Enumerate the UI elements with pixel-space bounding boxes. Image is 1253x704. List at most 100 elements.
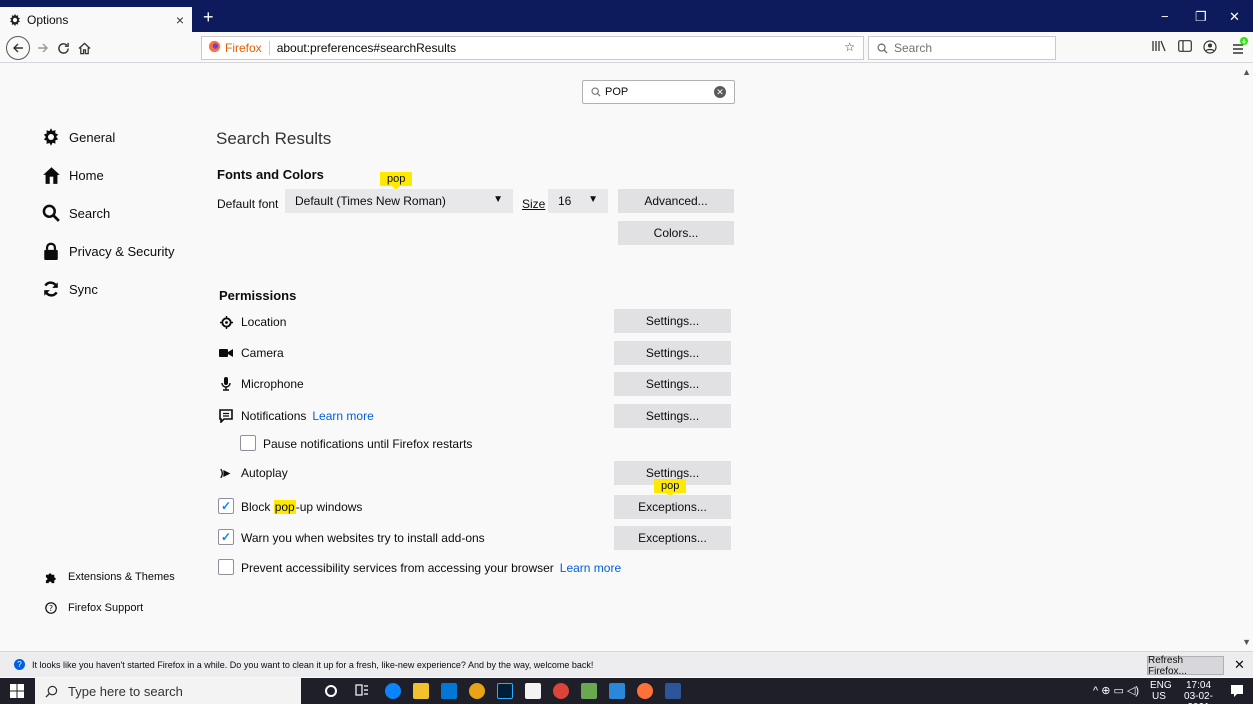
paint-app-icon[interactable] [469, 683, 485, 699]
action-center-icon[interactable] [1230, 684, 1244, 701]
refresh-notification-bar: ? It looks like you haven't started Fire… [0, 651, 1253, 677]
camera-settings-button[interactable]: Settings... [614, 341, 731, 365]
taskbar-search-placeholder: Type here to search [68, 683, 183, 699]
prevent-accessibility-row: Prevent accessibility services from acce… [241, 560, 621, 576]
popup-exceptions-button[interactable]: Exceptions... [614, 495, 731, 519]
nav-bar: Firefox about:preferences#searchResults … [0, 32, 1253, 63]
warn-addons-checkbox[interactable]: ✓ [218, 529, 234, 545]
cortana-icon[interactable] [325, 685, 337, 697]
taskbar-search-input[interactable]: Type here to search [35, 678, 301, 704]
default-font-select[interactable]: Default (Times New Roman) ▼ [285, 189, 513, 213]
content-scrollbar[interactable]: ▲ ▼ [1241, 63, 1253, 650]
warn-addons-label: Warn you when websites try to install ad… [241, 531, 485, 545]
minimize-button[interactable]: − [1161, 9, 1169, 24]
language-indicator[interactable]: ENG US [1150, 680, 1172, 702]
tab-options[interactable]: Options × [0, 7, 192, 32]
notifications-label: Notifications [241, 409, 307, 423]
preferences-search-input[interactable]: POP ✕ [582, 80, 735, 104]
category-extensions[interactable]: Extensions & Themes [44, 570, 175, 584]
notifications-settings-button[interactable]: Settings... [614, 404, 731, 428]
menu-update-icon[interactable] [1232, 36, 1248, 57]
word-icon[interactable] [665, 683, 681, 699]
microphone-settings-button[interactable]: Settings... [614, 372, 731, 396]
pause-notifications-checkbox[interactable] [240, 435, 256, 451]
category-privacy[interactable]: Privacy & Security [41, 241, 174, 261]
category-label: Privacy & Security [69, 243, 175, 259]
sidebar-icon[interactable] [1178, 40, 1192, 55]
clear-search-icon[interactable]: ✕ [714, 86, 726, 98]
font-size-select[interactable]: 16 ▼ [548, 189, 608, 213]
home-icon [77, 42, 91, 54]
accessibility-learn-more-link[interactable]: Learn more [560, 561, 621, 575]
colors-button[interactable]: Colors... [618, 221, 734, 245]
url-text[interactable]: about:preferences#searchResults [277, 41, 456, 55]
notifications-learn-more-link[interactable]: Learn more [312, 409, 373, 423]
lock-icon [41, 241, 61, 261]
scroll-up-icon[interactable]: ▲ [1242, 67, 1251, 77]
search-bar[interactable]: Search [868, 36, 1056, 60]
clock[interactable]: 17:04 03-02-2021 [1176, 680, 1221, 704]
firefox-taskbar-icon[interactable] [637, 683, 653, 699]
restore-button[interactable]: ❐ [1195, 9, 1207, 25]
task-view-icon[interactable] [355, 683, 371, 699]
new-tab-button[interactable]: + [203, 8, 214, 26]
addons-exceptions-button[interactable]: Exceptions... [614, 526, 731, 550]
chrome-icon[interactable] [553, 683, 569, 699]
category-support[interactable]: ? Firefox Support [44, 601, 143, 615]
permissions-heading: Permissions [219, 288, 297, 303]
image-app-icon[interactable] [581, 683, 597, 699]
search-results-heading: Search Results [216, 129, 332, 148]
mail-icon[interactable] [441, 683, 457, 699]
preferences-search-value: POP [605, 86, 629, 98]
prevent-accessibility-checkbox[interactable] [218, 559, 234, 575]
system-tray-icons[interactable]: ^ ⊕ ▭ ◁) [1093, 684, 1139, 697]
location-icon [219, 315, 233, 329]
category-label: Home [69, 167, 104, 183]
reload-icon [57, 42, 69, 54]
default-font-label: Default font [217, 197, 279, 211]
chevron-down-icon: ▼ [493, 194, 503, 205]
refresh-firefox-button[interactable]: Refresh Firefox... [1147, 655, 1224, 677]
pause-notifications-label: Pause notifications until Firefox restar… [263, 437, 473, 451]
category-search[interactable]: Search [41, 203, 110, 223]
scroll-down-icon[interactable]: ▼ [1242, 637, 1251, 647]
puzzle-icon [44, 570, 58, 584]
photoshop-icon[interactable] [497, 683, 513, 699]
close-window-button[interactable]: ✕ [1229, 9, 1240, 25]
back-button[interactable] [6, 36, 30, 60]
title-bar: Options × + − ❐ ✕ [0, 0, 1253, 32]
url-separator [268, 41, 270, 55]
microphone-icon [219, 377, 233, 391]
autoplay-row: Autoplay [219, 465, 288, 481]
close-notification-icon[interactable]: ✕ [1234, 657, 1245, 673]
tab-close-icon[interactable]: × [176, 12, 184, 28]
file-explorer-icon[interactable] [413, 683, 429, 699]
forward-button[interactable] [33, 38, 53, 58]
gear-icon [8, 13, 22, 27]
home-button[interactable] [74, 38, 94, 58]
notification-bubble-icon [219, 409, 233, 423]
library-icon[interactable] [1152, 40, 1166, 55]
block-popups-checkbox[interactable]: ✓ [218, 498, 234, 514]
location-settings-button[interactable]: Settings... [614, 309, 731, 333]
windows-start-icon[interactable] [10, 684, 24, 698]
clock-time: 17:04 [1185, 680, 1212, 691]
chevron-down-icon: ▼ [588, 194, 598, 205]
category-sync[interactable]: Sync [41, 279, 98, 299]
microphone-label: Microphone [241, 377, 304, 391]
category-home[interactable]: Home [41, 165, 104, 185]
store-icon[interactable] [525, 683, 541, 699]
url-bar[interactable]: Firefox about:preferences#searchResults … [201, 36, 864, 60]
account-icon[interactable] [1203, 40, 1217, 57]
help-icon: ? [44, 601, 58, 615]
search-icon [45, 685, 58, 698]
app-icon[interactable] [609, 683, 625, 699]
bookmark-star-icon[interactable]: ☆ [844, 40, 855, 54]
reload-button[interactable] [53, 38, 73, 58]
category-general[interactable]: General [41, 127, 115, 147]
home-icon [41, 165, 61, 185]
category-label: Firefox Support [68, 602, 144, 614]
advanced-button[interactable]: Advanced... [618, 189, 734, 213]
fonts-colors-heading: Fonts and Colors [217, 167, 324, 182]
edge-browser-icon[interactable] [385, 683, 401, 699]
